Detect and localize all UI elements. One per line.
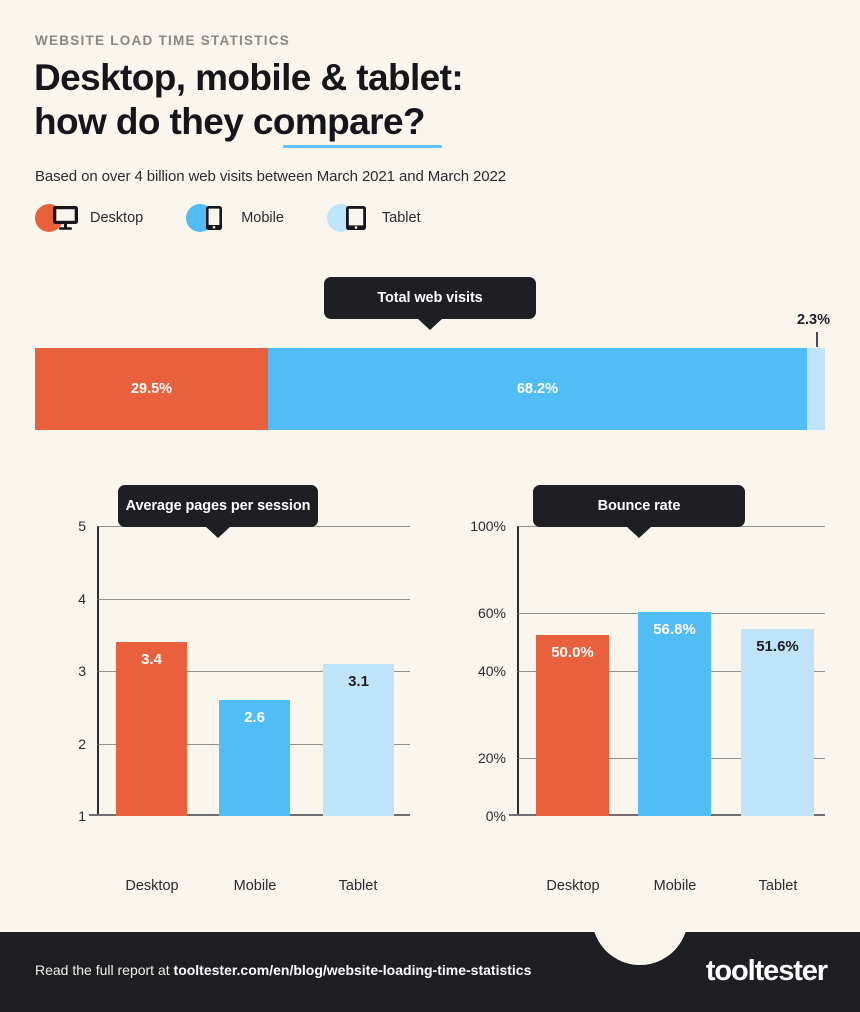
xlabel-left-desktop: Desktop xyxy=(125,878,179,894)
xlabel-left-mobile: Mobile xyxy=(233,878,277,894)
plot-area-left: 5 4 3 2 1 3.4 2.6 3.1 Desktop Mobile Tab… xyxy=(78,518,410,894)
bar-value-right-tablet: 51.6% xyxy=(756,638,799,655)
tooltester-logo[interactable]: tooltester xyxy=(706,955,828,988)
stacked-bar-segment-mobile: 68.2% xyxy=(268,348,807,430)
ytick-right-60: 60% xyxy=(477,605,506,621)
xlabel-right-tablet: Tablet xyxy=(758,878,798,894)
bar-value-left-desktop: 3.4 xyxy=(141,651,162,668)
legend-label-mobile: Mobile xyxy=(241,210,284,226)
tablet-icon xyxy=(345,205,367,236)
kicker-text: WEBSITE LOAD TIME STATISTICS xyxy=(35,33,290,48)
ytick-right-100: 100% xyxy=(470,518,506,534)
bar-left-mobile: 2.6 xyxy=(219,700,290,816)
chart-average-pages-per-session: Average pages per session 5 4 3 2 1 3.4 … xyxy=(35,485,410,894)
subtitle-text: Based on over 4 billion web visits betwe… xyxy=(35,168,506,185)
page-title: Desktop, mobile & tablet: how do they co… xyxy=(34,57,464,142)
bar-right-tablet: 51.6% xyxy=(741,629,814,816)
footer-bar: Read the full report at tooltester.com/e… xyxy=(0,931,860,1012)
bar-right-desktop: 50.0% xyxy=(536,635,609,816)
legend-item-desktop: Desktop xyxy=(35,202,143,234)
ytick-left-3: 3 xyxy=(78,663,86,679)
legend-mark-mobile xyxy=(186,202,234,234)
bar-value-left-tablet: 3.1 xyxy=(348,673,369,690)
legend: Desktop Mobile Tablet xyxy=(35,202,464,234)
footer-report-text: Read the full report at tooltester.com/e… xyxy=(35,962,531,978)
footer-report-url[interactable]: tooltester.com/en/blog/website-loading-t… xyxy=(174,962,532,978)
badge-bounce-rate: Bounce rate xyxy=(533,485,745,527)
ytick-left-1: 1 xyxy=(78,808,86,824)
badge-total-web-visits: Total web visits xyxy=(324,277,536,319)
desktop-monitor-icon xyxy=(52,205,79,236)
legend-label-desktop: Desktop xyxy=(90,210,144,226)
ytick-left-5: 5 xyxy=(78,518,86,534)
ytick-right-20: 20% xyxy=(477,750,506,766)
ytick-left-2: 2 xyxy=(78,735,86,752)
bar-value-left-mobile: 2.6 xyxy=(244,709,265,726)
bar-left-desktop: 3.4 xyxy=(116,642,187,816)
bars-right: 50.0% 56.8% 51.6% xyxy=(517,526,825,816)
infographic-root: WEBSITE LOAD TIME STATISTICS Desktop, mo… xyxy=(0,0,860,1012)
bar-value-right-desktop: 50.0% xyxy=(551,644,594,661)
stacked-bar-total-web-visits: 29.5% 68.2% xyxy=(35,348,825,430)
bar-left-tablet: 3.1 xyxy=(323,664,394,816)
badge-average-pages-per-session: Average pages per session xyxy=(118,485,318,527)
bar-value-right-mobile: 56.8% xyxy=(653,621,696,638)
plot-area-right: 100% 60% 40% 20% 0% 50.0% 56.8% 51.6% De… xyxy=(470,518,825,894)
footer-lead-text: Read the full report at xyxy=(35,962,174,978)
xlabel-right-mobile: Mobile xyxy=(653,878,697,894)
legend-mark-desktop xyxy=(35,202,83,234)
xlabel-left-tablet: Tablet xyxy=(338,878,378,894)
ytick-right-0: 0% xyxy=(485,808,506,824)
mobile-phone-icon xyxy=(205,205,223,236)
ytick-right-40: 40% xyxy=(477,663,506,679)
bars-left: 3.4 2.6 3.1 xyxy=(97,526,410,816)
legend-mark-tablet xyxy=(326,202,375,236)
chart-bounce-rate: Bounce rate 100% 60% 40% 20% 0% 50.0% 56… xyxy=(450,485,825,894)
legend-item-tablet: Tablet xyxy=(326,202,421,236)
xlabel-right-desktop: Desktop xyxy=(546,878,600,894)
ytick-left-4: 4 xyxy=(78,590,86,607)
stacked-bar-tablet-annotation: 2.3% xyxy=(796,312,830,328)
footer-notch-decoration xyxy=(592,931,688,965)
bar-right-mobile: 56.8% xyxy=(638,612,711,816)
stacked-bar-segment-tablet xyxy=(806,348,825,430)
legend-label-tablet: Tablet xyxy=(381,210,421,226)
stacked-bar-leader-line xyxy=(816,332,818,347)
stacked-bar-segment-desktop: 29.5% xyxy=(35,348,269,430)
headline-underline-accent xyxy=(283,145,442,148)
legend-item-mobile: Mobile xyxy=(186,202,284,234)
